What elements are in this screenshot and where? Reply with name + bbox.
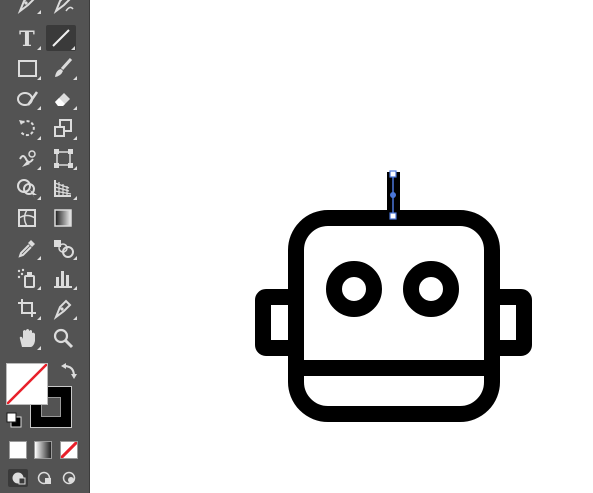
zoom-tool[interactable] (48, 325, 78, 351)
gradient-tool[interactable] (48, 205, 78, 231)
perspective-grid-icon (54, 180, 72, 197)
scale-tool[interactable] (48, 115, 78, 141)
column-graph-icon (54, 271, 72, 288)
free-transform-icon (54, 149, 73, 168)
tool-group-indicator (37, 136, 41, 140)
anchor-point-top[interactable] (389, 170, 397, 178)
draw-inside-icon (62, 471, 76, 485)
tool-group-indicator (37, 76, 41, 80)
tool-group-indicator (37, 10, 41, 14)
tool-group-indicator (37, 316, 41, 320)
type-icon: T (19, 26, 35, 51)
column-graph-tool[interactable] (48, 265, 78, 291)
tools-panel: T (0, 0, 90, 493)
tool-group-indicator (73, 256, 77, 260)
paintbrush-tool[interactable] (48, 55, 78, 81)
eraser-icon (55, 93, 70, 106)
artboard-icon (18, 299, 36, 317)
gradient-mode-button[interactable] (34, 441, 52, 459)
slice-icon (53, 299, 72, 320)
none-mode-button[interactable] (60, 441, 78, 459)
eraser-tool[interactable] (48, 85, 78, 111)
tool-group-indicator (37, 106, 41, 110)
paintbrush-icon (55, 57, 73, 77)
shaper-icon (17, 91, 39, 106)
draw-inside-button[interactable] (59, 469, 79, 487)
zoom-icon (53, 328, 74, 349)
warp-icon (19, 150, 36, 167)
tool-group-indicator (71, 46, 75, 50)
tool-group-indicator (37, 256, 41, 260)
tool-group-indicator (73, 196, 77, 200)
rectangle-icon (18, 60, 37, 77)
mesh-tool[interactable] (12, 205, 42, 231)
rotate-icon (19, 120, 35, 137)
shaper-tool[interactable] (12, 85, 42, 111)
artboard-tool[interactable] (12, 295, 42, 321)
tool-group-indicator (73, 76, 77, 80)
default-fill-stroke-icon[interactable] (6, 412, 22, 428)
curvature-pen-icon (53, 0, 74, 14)
perspective-grid-tool[interactable] (48, 175, 78, 201)
line-segment-icon (52, 29, 70, 47)
type-tool[interactable]: T (12, 25, 42, 51)
anchor-point-bottom[interactable] (389, 212, 397, 220)
draw-behind-icon (37, 471, 51, 485)
symbol-sprayer-icon (17, 268, 35, 288)
hand-icon (19, 329, 35, 347)
mesh-icon (18, 209, 36, 227)
draw-normal-icon (12, 472, 26, 485)
tool-group-indicator (37, 166, 41, 170)
tool-group-indicator (73, 166, 77, 170)
pen-tool[interactable] (12, 0, 42, 15)
warp-tool[interactable] (12, 145, 42, 171)
slice-tool[interactable] (48, 295, 78, 321)
fill-swatch[interactable] (6, 363, 48, 405)
pen-icon (17, 0, 35, 14)
tool-group-indicator (37, 346, 41, 350)
tool-group-indicator (73, 316, 77, 320)
free-transform-tool[interactable] (48, 145, 78, 171)
shape-builder-tool[interactable] (12, 175, 42, 201)
robot-head[interactable] (288, 210, 500, 422)
line-segment-tool[interactable] (46, 25, 76, 51)
none-slash-icon (7, 364, 47, 404)
curvature-tool[interactable] (48, 0, 78, 15)
tool-group-indicator (73, 136, 77, 140)
center-point (390, 192, 396, 198)
eyedropper-tool[interactable] (12, 235, 42, 261)
artboard-canvas[interactable] (90, 0, 593, 493)
rotate-tool[interactable] (12, 115, 42, 141)
tool-group-indicator (37, 196, 41, 200)
blend-icon (54, 240, 74, 258)
draw-normal-button[interactable] (8, 469, 28, 487)
draw-behind-button[interactable] (34, 469, 54, 487)
tool-group-indicator (37, 46, 41, 50)
blend-tool[interactable] (48, 235, 78, 261)
tool-group-indicator (73, 286, 77, 290)
gradient-icon (54, 209, 72, 227)
eyedropper-icon (18, 240, 35, 258)
swap-fill-stroke-icon[interactable] (60, 362, 78, 380)
color-mode-button[interactable] (9, 441, 27, 459)
type-tool-glyph: T (19, 26, 35, 51)
tool-group-indicator (37, 286, 41, 290)
tool-group-indicator (73, 106, 77, 110)
scale-icon (54, 119, 72, 137)
shape-builder-icon (17, 179, 37, 199)
rectangle-tool[interactable] (12, 55, 42, 81)
hand-tool[interactable] (12, 325, 42, 351)
symbol-sprayer-tool[interactable] (12, 265, 42, 291)
none-icon (61, 442, 77, 458)
